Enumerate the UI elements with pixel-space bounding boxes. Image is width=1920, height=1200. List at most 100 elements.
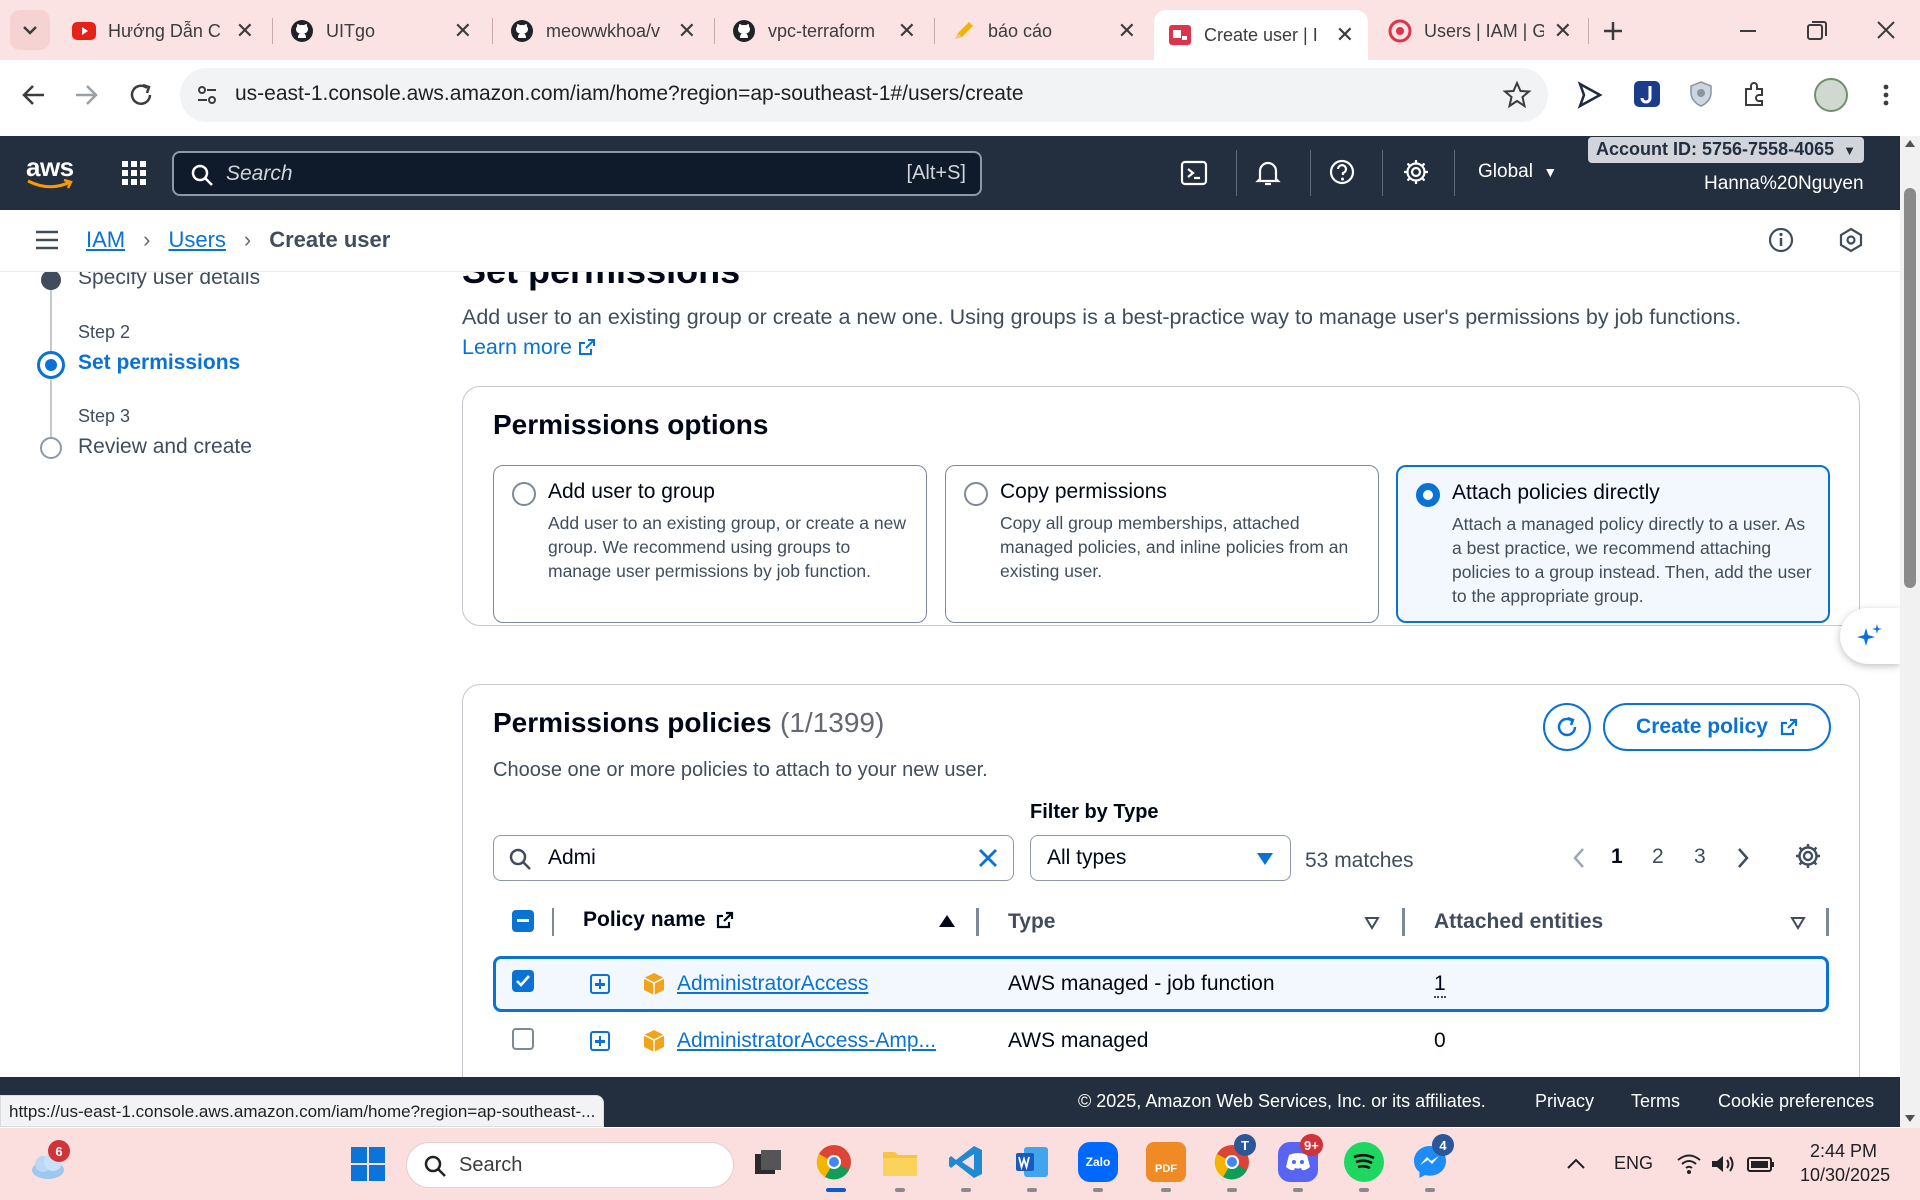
expand-row-icon[interactable] <box>590 974 610 994</box>
settings-gear-icon[interactable] <box>1402 158 1430 186</box>
site-info-icon[interactable] <box>194 82 220 108</box>
page-scrollbar[interactable] <box>1900 136 1920 1128</box>
footer-privacy-link[interactable]: Privacy <box>1535 1091 1594 1112</box>
refresh-button[interactable] <box>1543 703 1591 751</box>
radio-add-to-group[interactable] <box>512 482 536 506</box>
column-header-type[interactable]: Type <box>1008 910 1055 934</box>
policy-name-link[interactable]: AdministratorAccess-Amp... <box>677 1029 936 1053</box>
battery-icon[interactable] <box>1746 1152 1776 1176</box>
radio-copy-permissions[interactable] <box>964 482 988 506</box>
option-attach-policies-directly[interactable]: Attach policies directly Attach a manage… <box>1396 465 1830 623</box>
close-tab-icon[interactable]: ✕ <box>1554 18 1572 44</box>
close-tab-icon[interactable]: ✕ <box>898 18 916 44</box>
vscode-icon[interactable] <box>946 1142 986 1182</box>
sort-icon[interactable] <box>1790 916 1806 930</box>
scroll-down-icon[interactable] <box>1904 1114 1916 1124</box>
aws-logo[interactable]: aws <box>24 150 76 194</box>
browser-tab[interactable]: vpc-terraform ✕ <box>718 10 930 52</box>
extensions-puzzle-icon[interactable] <box>1740 79 1770 109</box>
browser-tab[interactable]: Users | IAM | G ✕ <box>1374 10 1586 52</box>
close-window-icon[interactable] <box>1868 16 1904 46</box>
radio-attach-policies[interactable] <box>1416 483 1440 507</box>
zalo-icon[interactable]: Zalo <box>1078 1142 1118 1182</box>
side-menu-hamburger-icon[interactable] <box>34 228 60 252</box>
step-1-name[interactable]: Specify user details <box>78 272 260 290</box>
browser-tab[interactable]: UITgo ✕ <box>276 10 486 52</box>
url-text[interactable]: us-east-1.console.aws.amazon.com/iam/hom… <box>235 82 1024 106</box>
policy-search-input[interactable]: Admi <box>493 835 1014 881</box>
clock-time[interactable]: 2:44 PM <box>1810 1141 1877 1162</box>
aws-search-input[interactable]: Search [Alt+S] <box>172 151 982 196</box>
learn-more-link[interactable]: Learn more <box>462 335 596 359</box>
browser-tab[interactable]: báo cáo ✕ <box>938 10 1150 52</box>
browser-menu-icon[interactable] <box>1880 80 1892 110</box>
chrome-profile-icon[interactable]: T <box>1212 1134 1256 1182</box>
file-explorer-icon[interactable] <box>880 1142 920 1182</box>
weather-widget-icon[interactable]: 6 <box>28 1140 70 1182</box>
scrollbar-thumb[interactable] <box>1904 188 1916 588</box>
page-1[interactable]: 1 <box>1611 845 1623 869</box>
footer-terms-link[interactable]: Terms <box>1631 1091 1680 1112</box>
task-view-icon[interactable] <box>748 1142 788 1182</box>
attached-entities-count[interactable]: 1 <box>1434 972 1446 998</box>
sort-ascending-icon[interactable] <box>938 914 956 928</box>
info-panel-icon[interactable] <box>1768 227 1794 253</box>
send-extension-icon[interactable] <box>1574 80 1604 110</box>
breadcrumb-users[interactable]: Users <box>168 227 225 253</box>
notifications-bell-icon[interactable] <box>1254 158 1282 188</box>
browser-tab-active[interactable]: Create user | I ✕ <box>1154 10 1368 60</box>
breadcrumb-iam[interactable]: IAM <box>86 227 125 253</box>
browser-tab[interactable]: Hướng Dẫn C ✕ <box>58 10 268 52</box>
pdf-reader-icon[interactable]: PDF <box>1146 1142 1186 1182</box>
option-add-user-to-group[interactable]: Add user to group Add user to an existin… <box>493 465 927 623</box>
word-icon[interactable] <box>1012 1142 1052 1182</box>
user-menu[interactable]: Hanna%20Nguyen <box>1704 173 1864 195</box>
minimize-icon[interactable] <box>1730 18 1766 44</box>
region-selector[interactable]: Global ▼ <box>1478 161 1557 183</box>
amazon-q-assistant-button[interactable] <box>1840 608 1900 664</box>
security-hub-icon[interactable] <box>1838 227 1864 253</box>
page-2[interactable]: 2 <box>1652 845 1664 869</box>
bookmark-star-icon[interactable] <box>1502 80 1532 110</box>
discord-icon[interactable]: 9+ <box>1278 1134 1323 1182</box>
create-policy-button[interactable]: Create policy <box>1603 703 1831 751</box>
chevron-right-icon[interactable] <box>1735 847 1751 869</box>
volume-icon[interactable] <box>1710 1152 1736 1176</box>
chevron-left-icon[interactable] <box>1571 847 1587 869</box>
tab-search-dropdown-icon[interactable] <box>10 10 50 50</box>
column-header-attached-entities[interactable]: Attached entities <box>1434 910 1603 934</box>
restore-icon[interactable] <box>1798 16 1834 46</box>
back-icon[interactable] <box>18 80 50 110</box>
messenger-icon[interactable]: 4 <box>1410 1134 1454 1182</box>
services-grid-icon[interactable] <box>120 159 148 187</box>
profile-avatar-icon[interactable] <box>1814 78 1848 112</box>
close-tab-icon[interactable]: ✕ <box>678 18 696 44</box>
close-tab-icon[interactable]: ✕ <box>1118 18 1136 44</box>
browser-tab[interactable]: meowwkhoa/v ✕ <box>496 10 710 52</box>
close-tab-icon[interactable]: ✕ <box>454 18 472 44</box>
input-language[interactable]: ENG <box>1614 1153 1653 1174</box>
shield-extension-icon[interactable] <box>1686 79 1716 109</box>
row-checkbox[interactable] <box>512 1028 534 1050</box>
close-tab-icon[interactable]: ✕ <box>236 18 254 44</box>
scroll-up-icon[interactable] <box>1904 138 1916 148</box>
reload-icon[interactable] <box>126 80 158 110</box>
spotify-icon[interactable] <box>1344 1142 1384 1182</box>
j-extension-icon[interactable] <box>1632 79 1662 109</box>
footer-cookie-preferences-link[interactable]: Cookie preferences <box>1718 1091 1874 1112</box>
clear-search-icon[interactable] <box>977 847 999 869</box>
clock-date[interactable]: 10/30/2025 <box>1800 1165 1890 1186</box>
start-windows-icon[interactable] <box>350 1146 386 1182</box>
option-copy-permissions[interactable]: Copy permissions Copy all group membersh… <box>945 465 1379 623</box>
chrome-icon[interactable] <box>814 1142 854 1182</box>
close-tab-icon[interactable]: ✕ <box>1336 22 1354 48</box>
row-checkbox[interactable] <box>512 970 534 992</box>
filter-type-select[interactable]: All types <box>1030 835 1291 881</box>
cloudshell-icon[interactable] <box>1180 159 1208 187</box>
select-all-checkbox[interactable] <box>512 910 534 932</box>
help-icon[interactable] <box>1328 158 1356 186</box>
system-tray-chevron-up-icon[interactable] <box>1564 1154 1588 1174</box>
forward-icon[interactable] <box>70 80 102 110</box>
page-3[interactable]: 3 <box>1694 845 1706 869</box>
policy-name-link[interactable]: AdministratorAccess <box>677 972 868 996</box>
